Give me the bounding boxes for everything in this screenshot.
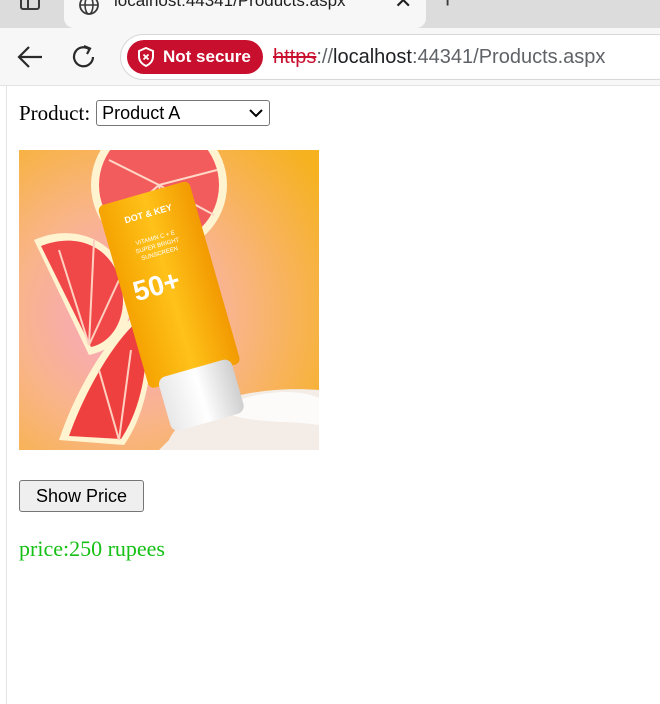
product-dropdown-value: Product A	[102, 102, 181, 123]
browser-toolbar: Not secure https://localhost:44341/Produ…	[0, 28, 660, 86]
show-price-button[interactable]: Show Price	[19, 480, 144, 512]
url-scheme: https	[273, 46, 317, 68]
url-path: :44341/Products.aspx	[411, 46, 606, 68]
product-row: Product: Product A	[19, 100, 271, 126]
security-badge[interactable]: Not secure	[127, 40, 263, 74]
globe-icon	[79, 0, 99, 15]
sunscreen-product-image: DOT & KEY VITAMIN C + E SUPER BRIGHT SUN…	[19, 150, 319, 450]
back-arrow-icon[interactable]	[14, 42, 46, 72]
shield-warning-icon	[138, 47, 154, 67]
page-viewport: Product: Product A DOT & KEY VITAMIN C +…	[6, 86, 660, 704]
price-text: price:250 rupees	[19, 536, 165, 561]
address-bar[interactable]: Not secure https://localhost:44341/Produ…	[120, 34, 660, 80]
product-dropdown[interactable]: Product A	[96, 100, 271, 126]
url-text[interactable]: https://localhost:44341/Products.aspx	[273, 46, 605, 69]
tab-strip: localhost:44341/Products.aspx ✕ +	[0, 0, 660, 28]
url-host: localhost	[333, 46, 412, 68]
browser-tab[interactable]: localhost:44341/Products.aspx ✕	[64, 0, 426, 28]
sidebar-toggle-icon[interactable]	[20, 0, 40, 10]
tab-title: localhost:44341/Products.aspx	[114, 0, 346, 10]
security-label: Not secure	[163, 47, 251, 66]
close-tab-icon[interactable]: ✕	[394, 0, 412, 12]
url-separator: ://	[316, 46, 334, 68]
new-tab-icon[interactable]: +	[440, 0, 455, 12]
reload-icon[interactable]	[68, 42, 100, 72]
chevron-down-icon	[249, 109, 263, 118]
product-label: Product:	[19, 100, 91, 125]
